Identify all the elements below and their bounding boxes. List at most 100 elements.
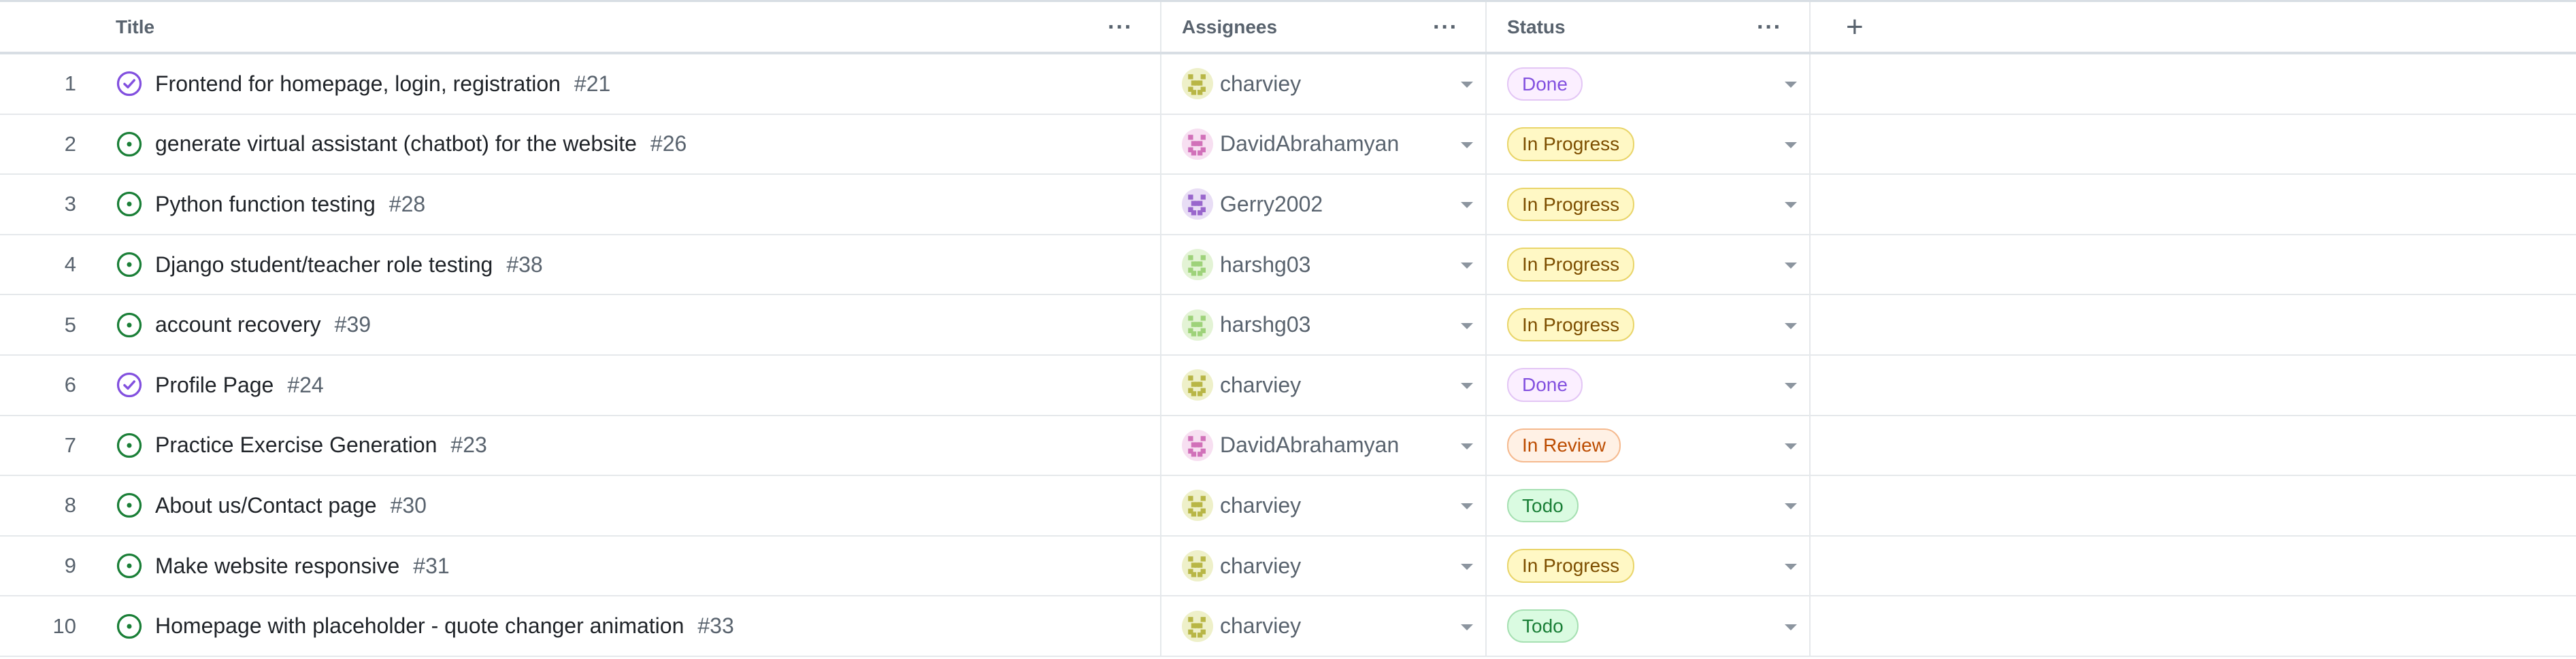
title-cell[interactable]: Django student/teacher role testing #38 [116,235,1160,294]
chevron-down-icon[interactable] [1461,624,1473,630]
chevron-down-icon[interactable] [1461,263,1473,269]
chevron-down-icon[interactable] [1785,202,1797,209]
table-row[interactable]: 4 Django student/teacher role testing #38 h… [0,235,2576,296]
assignees-cell[interactable]: charviey [1160,355,1485,415]
chevron-down-icon[interactable] [1461,503,1473,510]
assignees-cell[interactable]: charviey [1160,536,1485,596]
issue-title-link[interactable]: account recovery [155,312,321,337]
chevron-down-icon[interactable] [1461,141,1473,148]
table-row[interactable]: 9 Make website responsive #31 charviey In Pr… [0,536,2576,597]
issue-number: #39 [334,312,371,337]
title-column-label: Title [116,16,155,37]
issue-title-link[interactable]: Practice Exercise Generation [155,433,437,458]
assignee-name: harshg03 [1220,252,1311,277]
issue-title-link[interactable]: Profile Page [155,373,274,398]
title-cell[interactable]: Python function testing #28 [116,175,1160,234]
assignees-cell[interactable]: Gerry2002 [1160,175,1485,234]
chevron-down-icon[interactable] [1785,503,1797,510]
issue-title-link[interactable]: Frontend for homepage, login, registrati… [155,71,561,97]
chevron-down-icon[interactable] [1785,322,1797,329]
status-cell[interactable]: Todo [1485,596,1811,656]
status-cell[interactable]: In Review [1485,416,1811,475]
chevron-down-icon[interactable] [1461,322,1473,329]
chevron-down-icon[interactable] [1785,383,1797,390]
title-column-menu-icon[interactable]: ··· [1108,16,1133,39]
issue-number: #33 [697,613,734,639]
issue-open-icon [116,312,142,337]
title-cell[interactable]: Homepage with placeholder - quote change… [116,596,1160,656]
status-cell[interactable]: In Progress [1485,295,1811,354]
chevron-down-icon[interactable] [1461,443,1473,450]
table-row[interactable]: 6 Profile Page #24 charviey Done [0,355,2576,416]
chevron-down-icon[interactable] [1785,82,1797,88]
status-cell[interactable]: Done [1485,54,1811,114]
table-row[interactable]: 8 About us/Contact page #30 charviey Todo [0,476,2576,537]
issue-title-link[interactable]: Django student/teacher role testing [155,252,493,277]
row-number: 6 [64,373,76,397]
chevron-down-icon[interactable] [1461,564,1473,571]
chevron-down-icon[interactable] [1785,141,1797,148]
title-cell[interactable]: Practice Exercise Generation #23 [116,416,1160,475]
issue-title-link[interactable]: generate virtual assistant (chatbot) for… [155,131,637,156]
issue-title-link[interactable]: About us/Contact page [155,493,377,518]
assignees-cell[interactable]: charviey [1160,596,1485,656]
table-row[interactable]: 1 Frontend for homepage, login, registrat… [0,54,2576,115]
assignees-cell[interactable]: DavidAbrahamyan [1160,416,1485,475]
assignees-cell[interactable]: charviey [1160,54,1485,114]
row-number: 5 [64,312,76,337]
issue-title-link[interactable]: Make website responsive [155,554,399,579]
title-cell[interactable]: Make website responsive #31 [116,537,1160,596]
issue-number: #30 [390,492,427,518]
chevron-down-icon[interactable] [1785,624,1797,630]
status-cell[interactable]: Todo [1485,476,1811,535]
empty-cell [1811,235,2576,294]
assignees-column-header[interactable]: Assignees ··· [1160,2,1485,52]
chevron-down-icon[interactable] [1461,383,1473,390]
status-badge: Done [1507,67,1583,101]
issue-title-link[interactable]: Homepage with placeholder - quote change… [155,613,684,639]
chevron-down-icon[interactable] [1785,564,1797,571]
title-cell[interactable]: About us/Contact page #30 [116,476,1160,535]
add-field-icon[interactable]: + [1846,12,1864,42]
issue-open-icon [116,613,142,639]
issue-number: #24 [287,372,324,397]
empty-cell [1811,476,2576,535]
status-badge: In Progress [1507,549,1635,583]
assignee-name: DavidAbrahamyan [1220,433,1400,458]
title-cell[interactable]: Profile Page #24 [116,356,1160,415]
issue-title-link[interactable]: Python function testing [155,192,376,217]
chevron-down-icon[interactable] [1785,443,1797,450]
status-cell[interactable]: In Progress [1485,536,1811,596]
row-number: 3 [64,192,76,216]
table-row[interactable]: 5 account recovery #39 harshg03 In Progress [0,295,2576,356]
table-row[interactable]: 10 Homepage with placeholder - quote chan… [0,596,2576,657]
assignees-column-menu-icon[interactable]: ··· [1433,16,1458,39]
avatar [1182,249,1213,281]
status-column-header[interactable]: Status ··· [1485,2,1811,52]
empty-cell [1811,416,2576,475]
status-cell[interactable]: In Progress [1485,235,1811,294]
chevron-down-icon[interactable] [1461,82,1473,88]
assignees-cell[interactable]: harshg03 [1160,295,1485,354]
chevron-down-icon[interactable] [1785,263,1797,269]
status-column-menu-icon[interactable]: ··· [1757,16,1782,39]
assignee-name: DavidAbrahamyan [1220,131,1400,156]
title-cell[interactable]: account recovery #39 [116,295,1160,354]
title-column-header[interactable]: Title ··· [116,2,1160,52]
status-badge: Done [1507,368,1583,403]
status-cell[interactable]: Done [1485,355,1811,415]
table-row[interactable]: 7 Practice Exercise Generation #23 DavidAbr… [0,416,2576,477]
status-badge: In Review [1507,428,1621,462]
table-row[interactable]: 3 Python function testing #28 Gerry2002 In P… [0,175,2576,235]
assignees-cell[interactable]: charviey [1160,476,1485,535]
assignees-cell[interactable]: DavidAbrahamyan [1160,114,1485,174]
status-cell[interactable]: In Progress [1485,114,1811,174]
assignees-cell[interactable]: harshg03 [1160,235,1485,294]
avatar [1182,550,1213,582]
chevron-down-icon[interactable] [1461,202,1473,209]
status-cell[interactable]: In Progress [1485,175,1811,234]
table-body: 1 Frontend for homepage, login, registrat… [0,54,2576,657]
table-row[interactable]: 2 generate virtual assistant (chatbot) fo… [0,114,2576,175]
title-cell[interactable]: Frontend for homepage, login, registrati… [116,54,1160,114]
title-cell[interactable]: generate virtual assistant (chatbot) for… [116,115,1160,174]
